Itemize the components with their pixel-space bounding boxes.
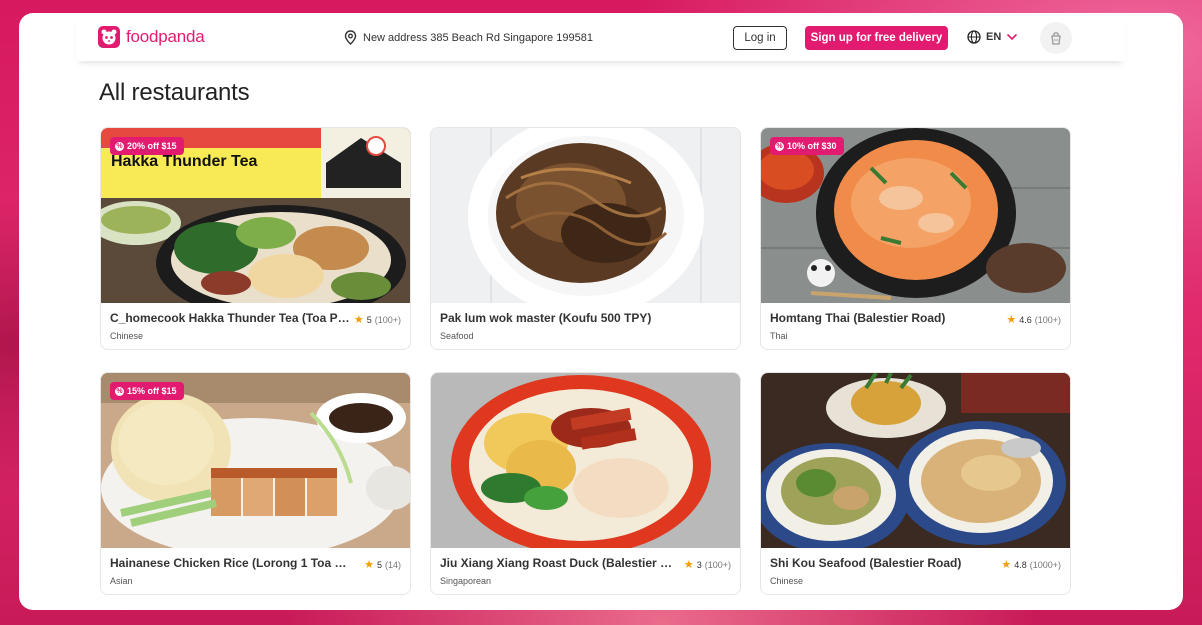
language-label: EN [986,31,1002,43]
restaurant-card[interactable]: Hakka Thunder Tea % 20% off $15 C_homeco… [100,127,411,350]
restaurant-name: Jiu Xiang Xiang Roast Duck (Balestier Rd… [440,556,680,570]
promo-badge: % 15% off $15 [110,382,184,400]
restaurant-card[interactable]: Jiu Xiang Xiang Roast Duck (Balestier Rd… [430,372,741,595]
chevron-down-icon [1007,33,1018,41]
header: foodpanda New address 385 Beach Rd Singa… [76,13,1125,61]
star-icon: ★ [683,559,694,571]
promo-badge: % 10% off $30 [770,137,844,155]
restaurant-cuisine: Thai [770,331,788,341]
restaurant-name: Pak lum wok master (Koufu 500 TPY) [440,311,652,325]
rating-value: 4.8 [1014,559,1027,570]
restaurant-name: C_homecook Hakka Thunder Tea (Toa Pa... [110,311,350,325]
rating-value: 5 [366,314,372,325]
address-text: New address 385 Beach Rd Singapore 19958… [363,31,593,44]
restaurant-image [761,373,1070,548]
rating-count: (14) [384,559,401,570]
panda-logo-icon [98,26,120,48]
restaurant-cuisine: Asian [110,576,133,586]
restaurant-card[interactable]: Shi Kou Seafood (Balestier Road) ★ 4.8 (… [760,372,1071,595]
browser-window: foodpanda New address 385 Beach Rd Singa… [19,13,1183,610]
restaurant-rating: ★ 5 (100+) [354,313,401,326]
star-icon: ★ [1006,314,1017,326]
restaurant-rating: ★ 4.6 (100+) [1006,313,1061,326]
restaurant-rating: ★ 4.8 (1000+) [1001,558,1061,571]
promo-tag-icon: % [775,141,784,151]
promo-tag-icon: % [115,386,124,396]
restaurant-card[interactable]: % 15% off $15 Hainanese Chicken Rice (Lo… [100,372,411,595]
signup-button[interactable]: Sign up for free delivery [805,26,948,50]
cart-button[interactable] [1040,22,1072,54]
rating-count: (1000+) [1029,559,1061,570]
page-title: All restaurants [99,79,250,106]
location-pin-icon [344,30,357,45]
image-caption: Hakka Thunder Tea [111,153,258,170]
rating-count: (100+) [374,314,401,325]
rating-count: (100+) [704,559,731,570]
restaurant-image [431,128,740,303]
restaurant-name: Homtang Thai (Balestier Road) [770,311,946,325]
globe-icon [967,30,981,44]
restaurant-name: Shi Kou Seafood (Balestier Road) [770,556,962,570]
restaurant-card[interactable]: Pak lum wok master (Koufu 500 TPY) Seafo… [430,127,741,350]
restaurant-cuisine: Chinese [110,331,144,341]
star-icon: ★ [1001,559,1012,571]
rating-value: 5 [376,559,382,570]
star-icon: ★ [353,314,364,326]
delivery-address[interactable]: New address 385 Beach Rd Singapore 19958… [344,30,593,45]
promo-badge: % 20% off $15 [110,137,184,155]
promo-tag-icon: % [115,141,124,151]
restaurant-image [431,373,740,548]
login-button[interactable]: Log in [733,26,787,50]
star-icon: ★ [364,559,374,571]
promo-text: 15% off $15 [127,386,177,396]
rating-value: 3 [696,559,702,570]
promo-text: 20% off $15 [127,141,177,151]
restaurant-cuisine: Seafood [440,331,474,341]
restaurant-rating: ★ 3 (100+) [684,558,731,571]
foodpanda-logo[interactable]: foodpanda [98,26,205,48]
rating-count: (100+) [1034,314,1061,325]
logo-text: foodpanda [126,27,205,46]
rating-value: 4.6 [1019,314,1032,325]
restaurant-cuisine: Chinese [770,576,804,586]
restaurant-card[interactable]: % 10% off $30 Homtang Thai (Balestier Ro… [760,127,1071,350]
restaurant-cuisine: Singaporean [440,576,492,586]
language-selector[interactable]: EN [967,30,1018,44]
promo-text: 10% off $30 [787,141,837,151]
cart-icon [1051,32,1061,45]
restaurant-name: Hainanese Chicken Rice (Lorong 1 Toa Pay… [110,556,350,570]
restaurant-rating: ★ 5 (14) [364,558,401,571]
